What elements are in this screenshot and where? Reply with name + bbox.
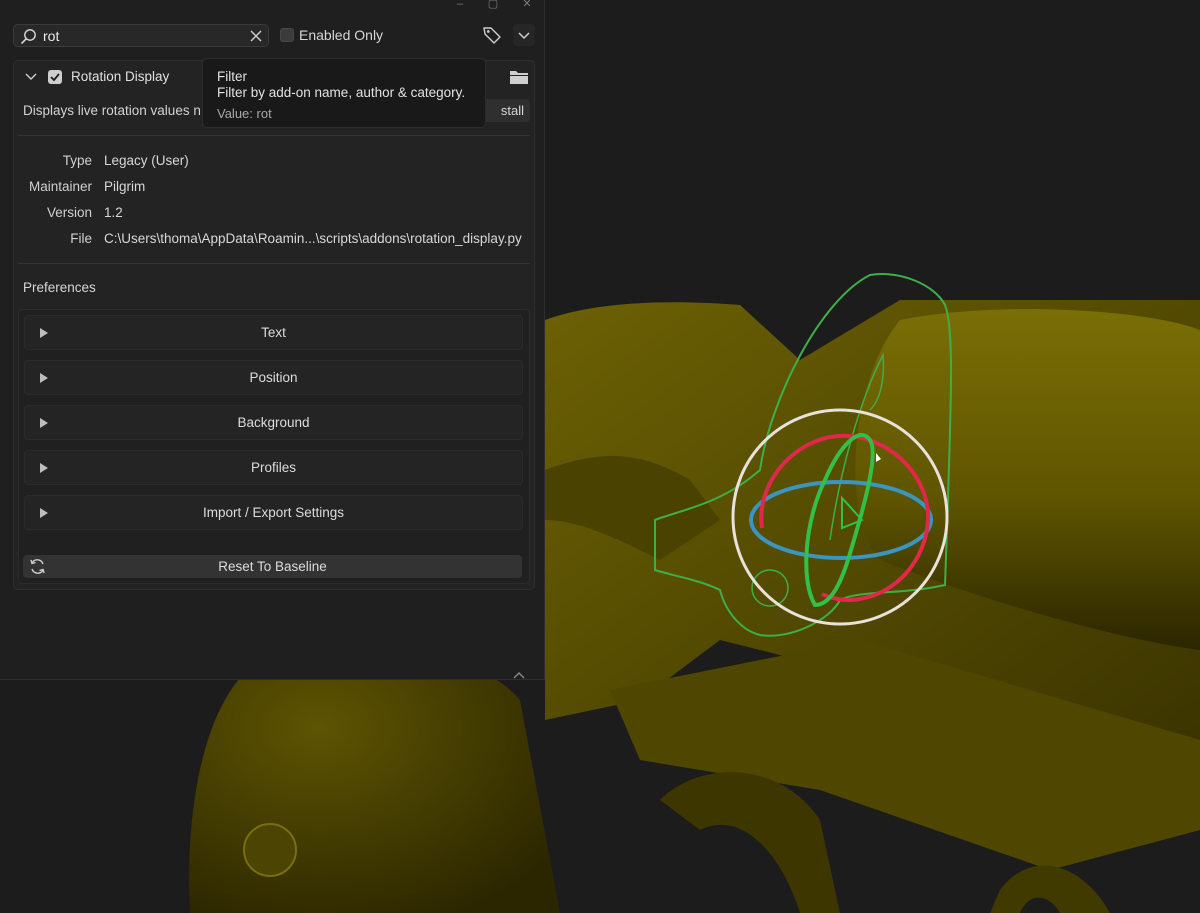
- panel-background[interactable]: Background: [24, 405, 523, 440]
- tooltip-title: Filter: [217, 69, 247, 84]
- panel-profiles[interactable]: Profiles: [24, 450, 523, 485]
- panel-label: Background: [237, 415, 310, 430]
- enabled-only-checkbox[interactable]: [280, 28, 294, 42]
- scroll-up-chevron-icon[interactable]: [512, 670, 526, 680]
- minimize-button[interactable]: –: [453, 0, 467, 12]
- divider: [18, 263, 530, 264]
- info-value-version: 1.2: [104, 205, 123, 220]
- info-key-file: File: [70, 231, 92, 246]
- tooltip-description: Filter by add-on name, author & category…: [217, 85, 466, 100]
- grip-screw: [243, 823, 297, 877]
- addon-enable-checkbox[interactable]: [48, 70, 62, 84]
- info-key-version: Version: [46, 205, 92, 220]
- close-window-button[interactable]: ✕: [520, 0, 534, 12]
- divider: [18, 135, 530, 136]
- search-icon: [20, 29, 36, 45]
- panel-label: Text: [261, 325, 286, 340]
- reset-to-baseline-button[interactable]: Reset To Baseline: [23, 555, 522, 578]
- enabled-only-label: Enabled Only: [299, 27, 384, 43]
- panel-label: Position: [249, 370, 298, 385]
- search-input[interactable]: [43, 26, 243, 45]
- panel-label: Import / Export Settings: [202, 505, 345, 520]
- panel-text[interactable]: Text: [24, 315, 523, 350]
- checkmark-icon: [50, 73, 60, 82]
- addon-card: Rotation Display Displays live rotation …: [13, 60, 535, 590]
- preferences-panels: Text Position Background Profiles Import…: [18, 309, 530, 584]
- clear-search-icon[interactable]: [248, 28, 264, 44]
- grip-shape: [189, 648, 560, 913]
- info-key-type: Type: [62, 153, 92, 168]
- info-value-type: Legacy (User): [104, 153, 189, 168]
- addon-description: Displays live rotation values n: [23, 103, 201, 118]
- collapse-chevron-icon[interactable]: [24, 70, 38, 84]
- tag-icon[interactable]: [482, 25, 502, 45]
- tooltip-value: Value: rot: [217, 106, 272, 121]
- reset-label: Reset To Baseline: [218, 559, 327, 574]
- folder-icon[interactable]: [509, 68, 529, 86]
- panel-import-export[interactable]: Import / Export Settings: [24, 495, 523, 530]
- info-value-file: C:\Users\thoma\AppData\Roamin...\scripts…: [104, 231, 522, 246]
- info-key-maintainer: Maintainer: [28, 179, 92, 194]
- addon-name: Rotation Display: [71, 69, 170, 84]
- maximize-button[interactable]: ▢: [486, 0, 500, 12]
- search-box[interactable]: [13, 24, 269, 47]
- panel-position[interactable]: Position: [24, 360, 523, 395]
- info-value-maintainer: Pilgrim: [104, 179, 146, 194]
- uninstall-button[interactable]: stall: [483, 99, 530, 122]
- preferences-heading: Preferences: [23, 280, 96, 295]
- chevron-down-icon[interactable]: [513, 24, 535, 46]
- filter-tooltip: Filter Filter by add-on name, author & c…: [202, 58, 486, 128]
- panel-label: Profiles: [250, 460, 296, 475]
